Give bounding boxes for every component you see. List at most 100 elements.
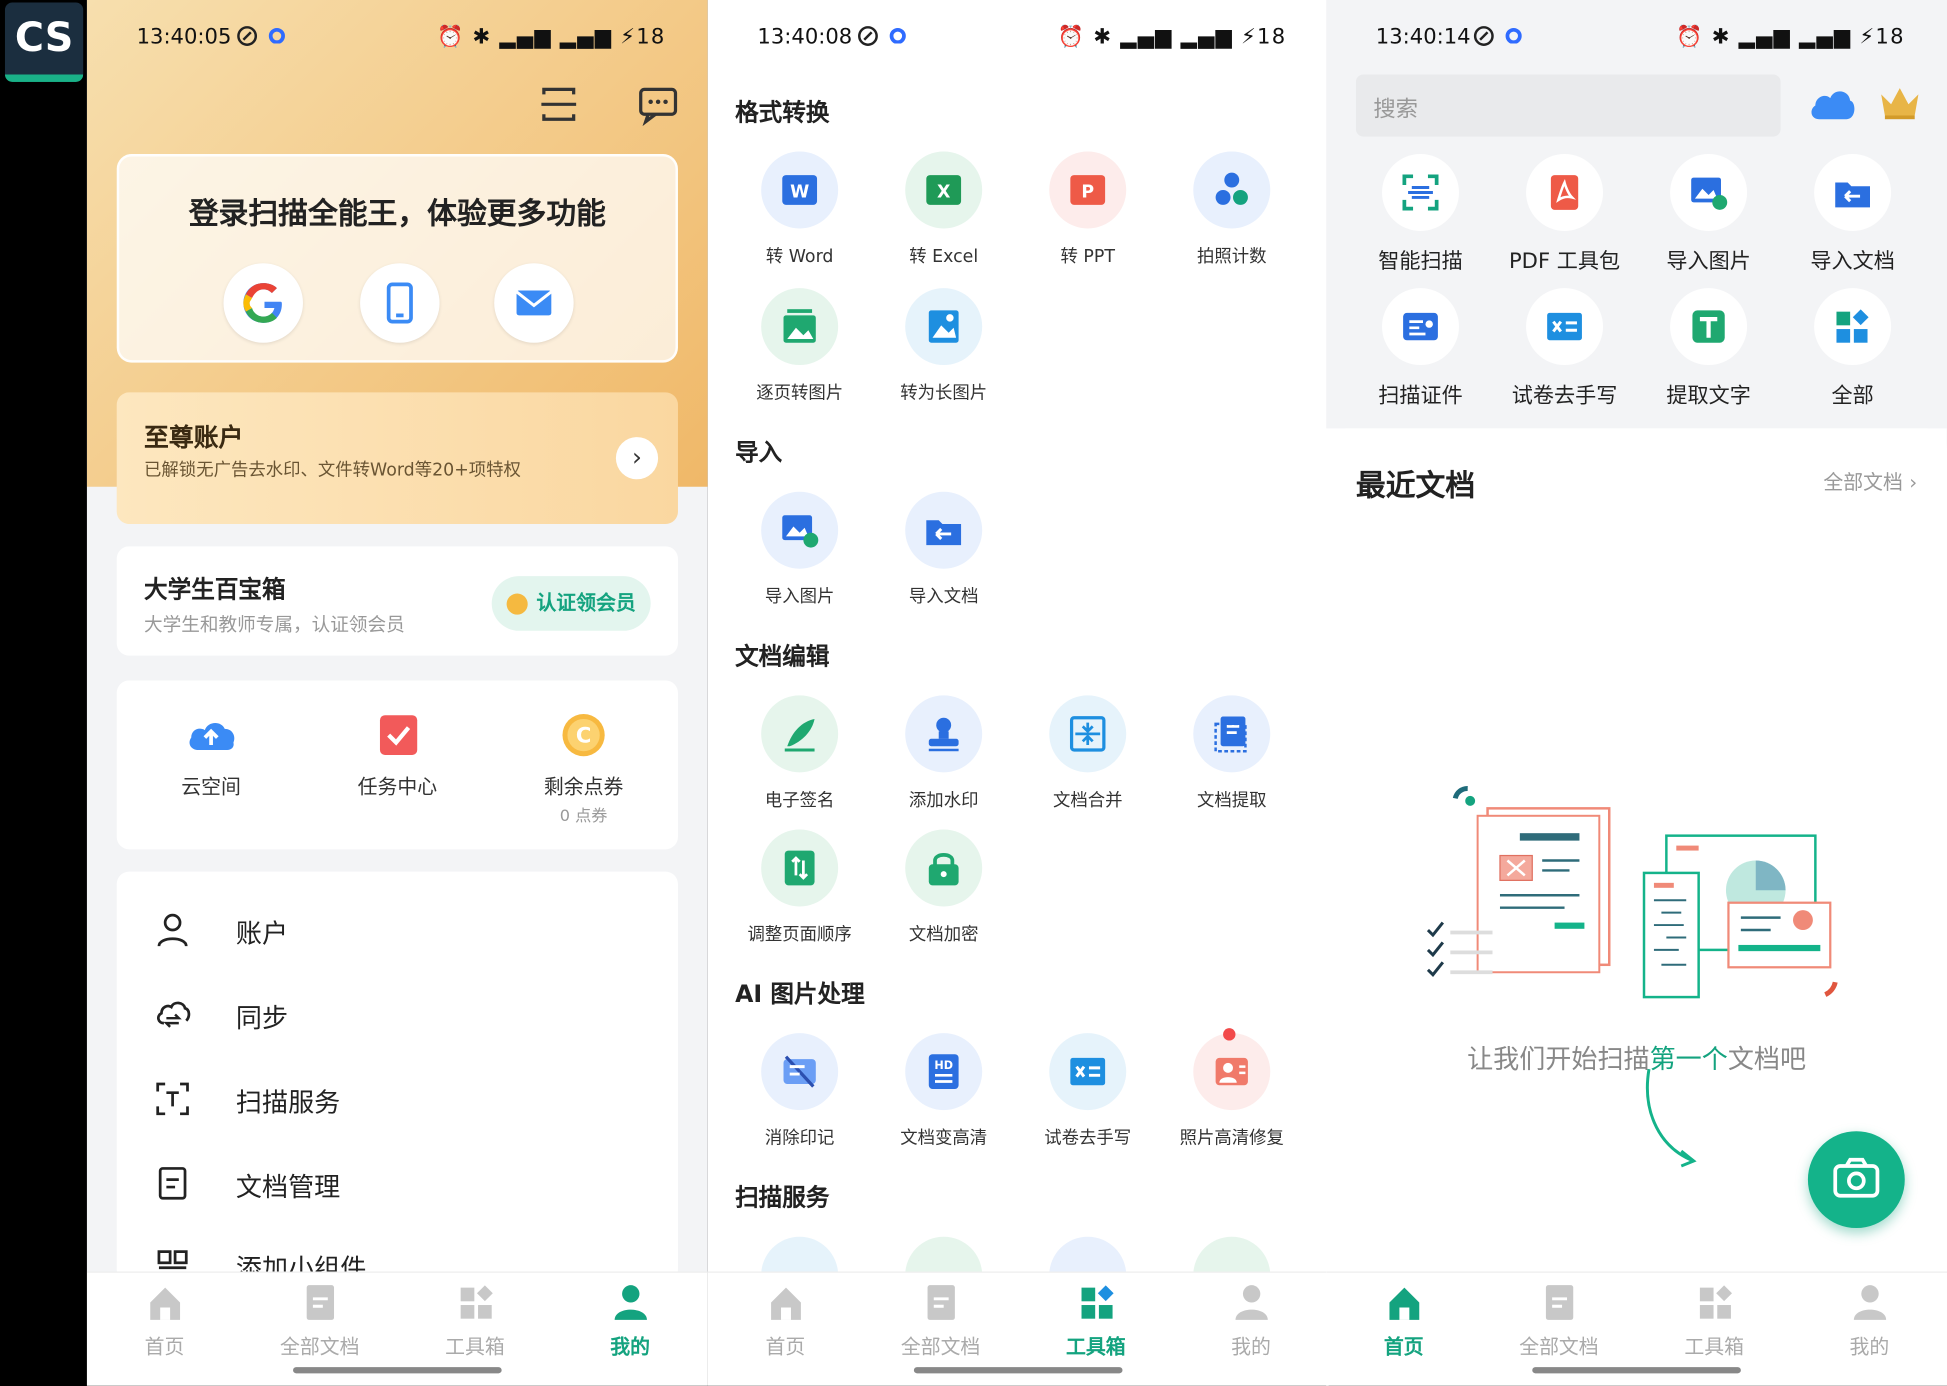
status-bar: 13:40:08 ⏰ ✱ ▂▄▆ ▂▄▆ ⚡18 [708,17,1329,57]
quick-tool-label: PDF 工具包 [1508,249,1621,275]
settings-menu: 账户 同步 扫描服务 文档管理 添加小组件 [116,871,678,1284]
import-folder-icon [926,520,962,546]
ppt-icon: P [1070,175,1106,205]
extract-icon [1214,716,1247,753]
quick-smart-scan[interactable]: 智能扫描 [1346,153,1495,274]
phone-login-button[interactable] [360,263,440,343]
tool-remove-marks[interactable]: 消除印记 [725,1033,874,1150]
coupon-icon: C [562,713,605,757]
nav-home[interactable]: 首页 [708,1273,863,1386]
count-icon [1215,172,1248,205]
tool-e-signature[interactable]: 电子签名 [725,695,874,812]
nav-me[interactable]: 我的 [553,1273,708,1386]
documents-icon [926,1285,955,1320]
toolbox-screen: 13:40:08 ⏰ ✱ ▂▄▆ ▂▄▆ ⚡18 格式转换 W 转 Word X 转… [707,0,1329,1386]
quick-scan-id[interactable]: 扫描证件 [1346,288,1495,409]
tool-to-excel[interactable]: X 转 Excel [869,151,1018,268]
home-indicator [293,1367,502,1374]
quick-extract-text[interactable]: 提取文字 [1634,288,1783,409]
tool-encrypt-document[interactable]: 文档加密 [869,829,1018,946]
crown-icon[interactable] [1877,82,1922,127]
tool-extract-document[interactable]: 文档提取 [1157,695,1306,812]
stamp-icon [928,717,959,752]
recent-documents-card: 最近文档 全部文档 › 让我们开始扫描第一个文档吧 [1326,428,1947,1273]
tool-label: 电子签名 [764,790,835,811]
nav-home[interactable]: 首页 [1326,1273,1481,1386]
toolbox-icon [460,1285,493,1319]
exam-paper-icon [1070,1057,1106,1086]
word-icon: W [782,175,818,205]
status-bar: 13:40:14 ⏰ ✱ ▂▄▆ ▂▄▆ ⚡18 [1326,17,1947,57]
quick-import-document[interactable]: 导入文档 [1778,153,1927,274]
signature-icon [784,718,815,752]
vip-subtitle: 已解锁无广告去水印、文件转Word等20+项特权 [144,460,521,481]
tool-label: 转 PPT [1060,247,1115,267]
message-icon[interactable] [636,82,681,127]
search-input[interactable]: 搜索 [1355,74,1781,137]
nav-home[interactable]: 首页 [87,1273,242,1386]
tool-import-document[interactable]: 导入文档 [869,491,1018,609]
menu-account-label: 账户 [235,918,289,949]
tool-add-watermark[interactable]: 添加水印 [869,695,1018,812]
app-notification-icon [268,25,285,50]
camera-scan-button[interactable] [1807,1131,1905,1229]
tool-to-ppt[interactable]: P 转 PPT [1013,151,1162,268]
svg-text:HD: HD [934,1059,953,1072]
verify-member-button[interactable]: 认证领会员 [491,576,651,631]
cloud-space-label: 云空间 [181,774,241,799]
nav-all-docs-label: 全部文档 [279,1334,360,1359]
tool-remove-handwriting[interactable]: 试卷去手写 [1013,1033,1162,1150]
lock-icon [928,853,959,886]
google-login-button[interactable] [223,263,303,343]
cloud-space-button[interactable]: 云空间 [137,710,286,799]
tool-label: 文档加密 [908,925,979,945]
tool-label: 照片高清修复 [1179,1128,1284,1149]
tool-label: 转 Word [765,247,834,267]
nav-home-label: 首页 [765,1334,806,1359]
tool-import-image[interactable]: 导入图片 [725,491,874,609]
all-tools-icon [1836,309,1869,343]
tool-photo-restore[interactable]: 照片高清修复 [1157,1028,1306,1150]
nav-toolbox-label: 工具箱 [1684,1334,1744,1359]
menu-scan-service[interactable]: 扫描服务 [154,1075,651,1125]
tool-page-to-image[interactable]: 逐页转图片 [725,288,874,405]
tool-to-word[interactable]: W 转 Word [725,151,874,268]
tool-to-long-image[interactable]: 转为长图片 [869,288,1018,405]
coupons-button[interactable]: C 剩余点券 0 点券 [509,710,658,826]
tool-enhance-document[interactable]: HD 文档变高清 [869,1033,1018,1150]
google-icon [243,283,282,323]
chevron-right-icon[interactable]: › [615,437,659,480]
student-title: 大学生百宝箱 [144,576,286,604]
tool-label: 调整页面顺序 [747,925,852,945]
app-logo: CS [4,2,84,82]
tool-photo-count[interactable]: 拍照计数 [1157,151,1306,268]
scan-icon[interactable] [536,82,581,127]
all-documents-link[interactable]: 全部文档 › [1823,466,1917,496]
status-indicators: ⏰ ✱ ▂▄▆ ▂▄▆ ⚡18 [1676,25,1905,50]
document-icon [158,1167,187,1200]
home-indicator [913,1367,1123,1374]
nav-me[interactable]: 我的 [1173,1273,1328,1386]
nav-me[interactable]: 我的 [1792,1273,1947,1386]
quick-import-image[interactable]: 导入图片 [1634,153,1783,274]
menu-account[interactable]: 账户 [154,906,651,956]
excel-icon: X [926,175,962,205]
phone-icon [386,282,413,324]
home-icon [1388,1287,1419,1320]
status-indicators: ⏰ ✱ ▂▄▆ ▂▄▆ ⚡18 [1058,25,1287,50]
menu-document-manage[interactable]: 文档管理 [154,1160,651,1210]
menu-sync[interactable]: 同步 [154,991,651,1041]
nav-toolbox-label: 工具箱 [1065,1334,1126,1359]
tool-merge-documents[interactable]: 文档合并 [1013,695,1162,812]
import-image-icon [1691,177,1728,210]
tool-reorder-pages[interactable]: 调整页面顺序 [725,829,874,946]
email-login-button[interactable] [494,263,574,343]
task-center-button[interactable]: 任务中心 [323,710,472,799]
quick-pdf-toolkit[interactable]: PDF 工具包 [1490,153,1639,275]
quick-remove-handwriting[interactable]: 试卷去手写 [1490,288,1639,409]
menu-document-manage-label: 文档管理 [235,1172,341,1202]
cloud-icon[interactable] [1808,84,1855,126]
profile-screen: 13:40:05 ⏰ ✱ ▂▄▆ ▂▄▆ ⚡18 登录扫描全能王，体验更多功能 … [86,0,708,1386]
quick-all-tools[interactable]: 全部 [1778,288,1927,409]
vip-account-card[interactable]: 至尊账户 已解锁无广告去水印、文件转Word等20+项特权 › [116,392,678,524]
